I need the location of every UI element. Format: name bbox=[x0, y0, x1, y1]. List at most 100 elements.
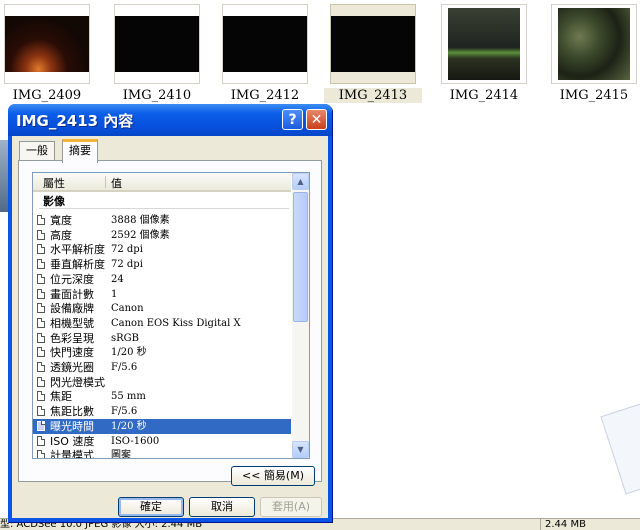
thumbnail-label: IMG_2415 bbox=[559, 88, 629, 103]
document-icon bbox=[37, 435, 45, 446]
property-name: 寬度 bbox=[50, 214, 72, 227]
property-value: ISO-1600 bbox=[111, 435, 160, 447]
document-icon bbox=[37, 303, 45, 314]
document-icon bbox=[37, 215, 45, 225]
group-name-image: 影像 bbox=[43, 195, 65, 208]
property-row[interactable]: 焦距 55 mm bbox=[33, 389, 291, 404]
property-value: 72 dpi bbox=[111, 244, 143, 256]
property-name: ISO 速度 bbox=[50, 434, 95, 448]
property-name: 快門速度 bbox=[50, 346, 94, 360]
document-icon bbox=[37, 317, 45, 328]
thumbnail-image bbox=[448, 8, 520, 80]
property-row[interactable]: 位元深度 24 bbox=[33, 272, 291, 287]
property-value: 1/20 秒 bbox=[111, 347, 147, 359]
document-icon bbox=[37, 450, 45, 458]
thumbnail-frame bbox=[4, 4, 90, 84]
property-name: 畫面計數 bbox=[50, 287, 94, 301]
thumbnail-label: IMG_2409 bbox=[12, 88, 82, 103]
document-icon bbox=[37, 406, 45, 417]
property-row[interactable]: ISO 速度 ISO-1600 bbox=[33, 434, 291, 449]
property-name: 設備廠牌 bbox=[50, 302, 94, 316]
property-name: 焦距 bbox=[50, 390, 72, 404]
document-icon bbox=[37, 229, 45, 240]
property-row[interactable]: 色彩呈現 sRGB bbox=[33, 331, 291, 346]
dialog-body: 一般 摘要 屬性 值 影像 寬度 3888 個像素高度 2592 個像素 水平解析度 7… bbox=[12, 136, 328, 518]
thumbnail-frame bbox=[330, 4, 416, 84]
property-name: 曝光時間 bbox=[50, 419, 94, 433]
thumbnail-frame bbox=[441, 4, 527, 84]
property-value: 72 dpi bbox=[111, 259, 143, 271]
column-divider[interactable] bbox=[105, 176, 106, 188]
thumbnail-5[interactable]: IMG_2414 bbox=[441, 0, 527, 108]
properties-dialog: IMG_2413 內容 ? ✕ 一般 摘要 屬性 值 影像 寬度 3888 個像素… bbox=[8, 104, 332, 522]
property-value: Canon bbox=[111, 303, 144, 315]
document-icon bbox=[37, 244, 45, 255]
document-icon bbox=[37, 362, 45, 372]
simple-view-button[interactable]: << 簡易(M) bbox=[231, 466, 315, 486]
thumbnail-image bbox=[223, 16, 307, 72]
close-button[interactable]: ✕ bbox=[306, 109, 327, 130]
thumbnail-6[interactable]: IMG_2415 bbox=[551, 0, 637, 108]
vertical-scrollbar[interactable]: ▲ ▼ bbox=[292, 173, 309, 458]
document-icon bbox=[37, 376, 45, 387]
property-row[interactable]: 設備廠牌 Canon bbox=[33, 301, 291, 316]
property-name: 透鏡光圈 bbox=[50, 361, 94, 374]
scrollbar-thumb[interactable] bbox=[293, 192, 308, 322]
property-row[interactable]: 曝光時間 1/20 秒 bbox=[33, 418, 291, 434]
document-icon bbox=[37, 288, 45, 299]
property-name: 相機型號 bbox=[50, 316, 94, 330]
status-file-size: 2.44 MB bbox=[545, 519, 586, 530]
property-row[interactable]: 焦距比數 F/5.6 bbox=[33, 404, 291, 419]
document-icon bbox=[37, 259, 45, 270]
property-value: 55 mm bbox=[111, 391, 146, 403]
scroll-up-arrow-icon[interactable]: ▲ bbox=[292, 173, 309, 190]
property-value: 1/20 秒 bbox=[111, 420, 147, 432]
document-icon bbox=[37, 420, 45, 431]
property-name: 垂直解析度 bbox=[50, 258, 105, 272]
property-list-header: 屬性 值 bbox=[33, 173, 291, 192]
property-name: 高度 bbox=[50, 228, 72, 242]
property-value: 1 bbox=[111, 288, 118, 300]
thumbnail-4[interactable]: IMG_2413 bbox=[324, 0, 422, 108]
scroll-down-arrow-icon[interactable]: ▼ bbox=[292, 441, 309, 458]
property-row[interactable]: 垂直解析度 72 dpi bbox=[33, 257, 291, 272]
property-name: 計量模式 bbox=[50, 449, 94, 459]
column-header-value[interactable]: 值 bbox=[111, 175, 122, 191]
property-row[interactable]: 快門速度 1/20 秒 bbox=[33, 345, 291, 360]
thumbnail-image bbox=[331, 16, 415, 72]
ok-button[interactable]: 確定 bbox=[118, 497, 184, 517]
document-icon bbox=[37, 391, 45, 402]
property-row[interactable]: 水平解析度 72 dpi bbox=[33, 242, 291, 257]
property-row[interactable]: 高度 2592 個像素 bbox=[33, 228, 291, 243]
property-row[interactable]: 計量模式 圖案 bbox=[33, 448, 291, 459]
property-value: F/5.6 bbox=[111, 406, 138, 418]
property-value: 圖案 bbox=[111, 450, 131, 459]
property-row[interactable]: 閃光燈模式 bbox=[33, 375, 291, 390]
document-icon bbox=[37, 332, 45, 343]
group-divider bbox=[39, 208, 289, 209]
help-button[interactable]: ? bbox=[282, 109, 303, 130]
property-value: 2592 個像素 bbox=[111, 229, 170, 241]
tab-general[interactable]: 一般 bbox=[19, 141, 55, 160]
property-value: 24 bbox=[111, 273, 124, 285]
document-icon bbox=[37, 273, 45, 284]
property-row[interactable]: 相機型號 Canon EOS Kiss Digital X bbox=[33, 316, 291, 331]
property-row[interactable]: 透鏡光圈 F/5.6 bbox=[33, 360, 291, 375]
status-separator bbox=[540, 519, 541, 530]
tab-summary[interactable]: 摘要 bbox=[62, 139, 98, 163]
thumbnail-1[interactable]: IMG_2409 bbox=[4, 0, 90, 108]
property-value: F/5.6 bbox=[111, 362, 138, 373]
dialog-title-bar[interactable]: IMG_2413 內容 ? ✕ bbox=[8, 104, 332, 136]
thumbnail-3[interactable]: IMG_2412 bbox=[222, 0, 308, 108]
thumbnail-image bbox=[115, 16, 199, 72]
property-value: 3888 個像素 bbox=[111, 215, 170, 226]
thumbnail-label: IMG_2412 bbox=[230, 88, 300, 103]
apply-button[interactable]: 套用(A) bbox=[260, 497, 322, 517]
cancel-button[interactable]: 取消 bbox=[189, 497, 255, 517]
property-list[interactable]: 屬性 值 影像 寬度 3888 個像素高度 2592 個像素 水平解析度 72 dpi 垂… bbox=[32, 172, 310, 459]
property-row[interactable]: 寬度 3888 個像素 bbox=[33, 213, 291, 228]
thumbnail-2[interactable]: IMG_2410 bbox=[114, 0, 200, 108]
property-row[interactable]: 畫面計數 1 bbox=[33, 287, 291, 302]
column-header-property[interactable]: 屬性 bbox=[43, 175, 65, 191]
dialog-title: IMG_2413 內容 bbox=[16, 112, 134, 130]
